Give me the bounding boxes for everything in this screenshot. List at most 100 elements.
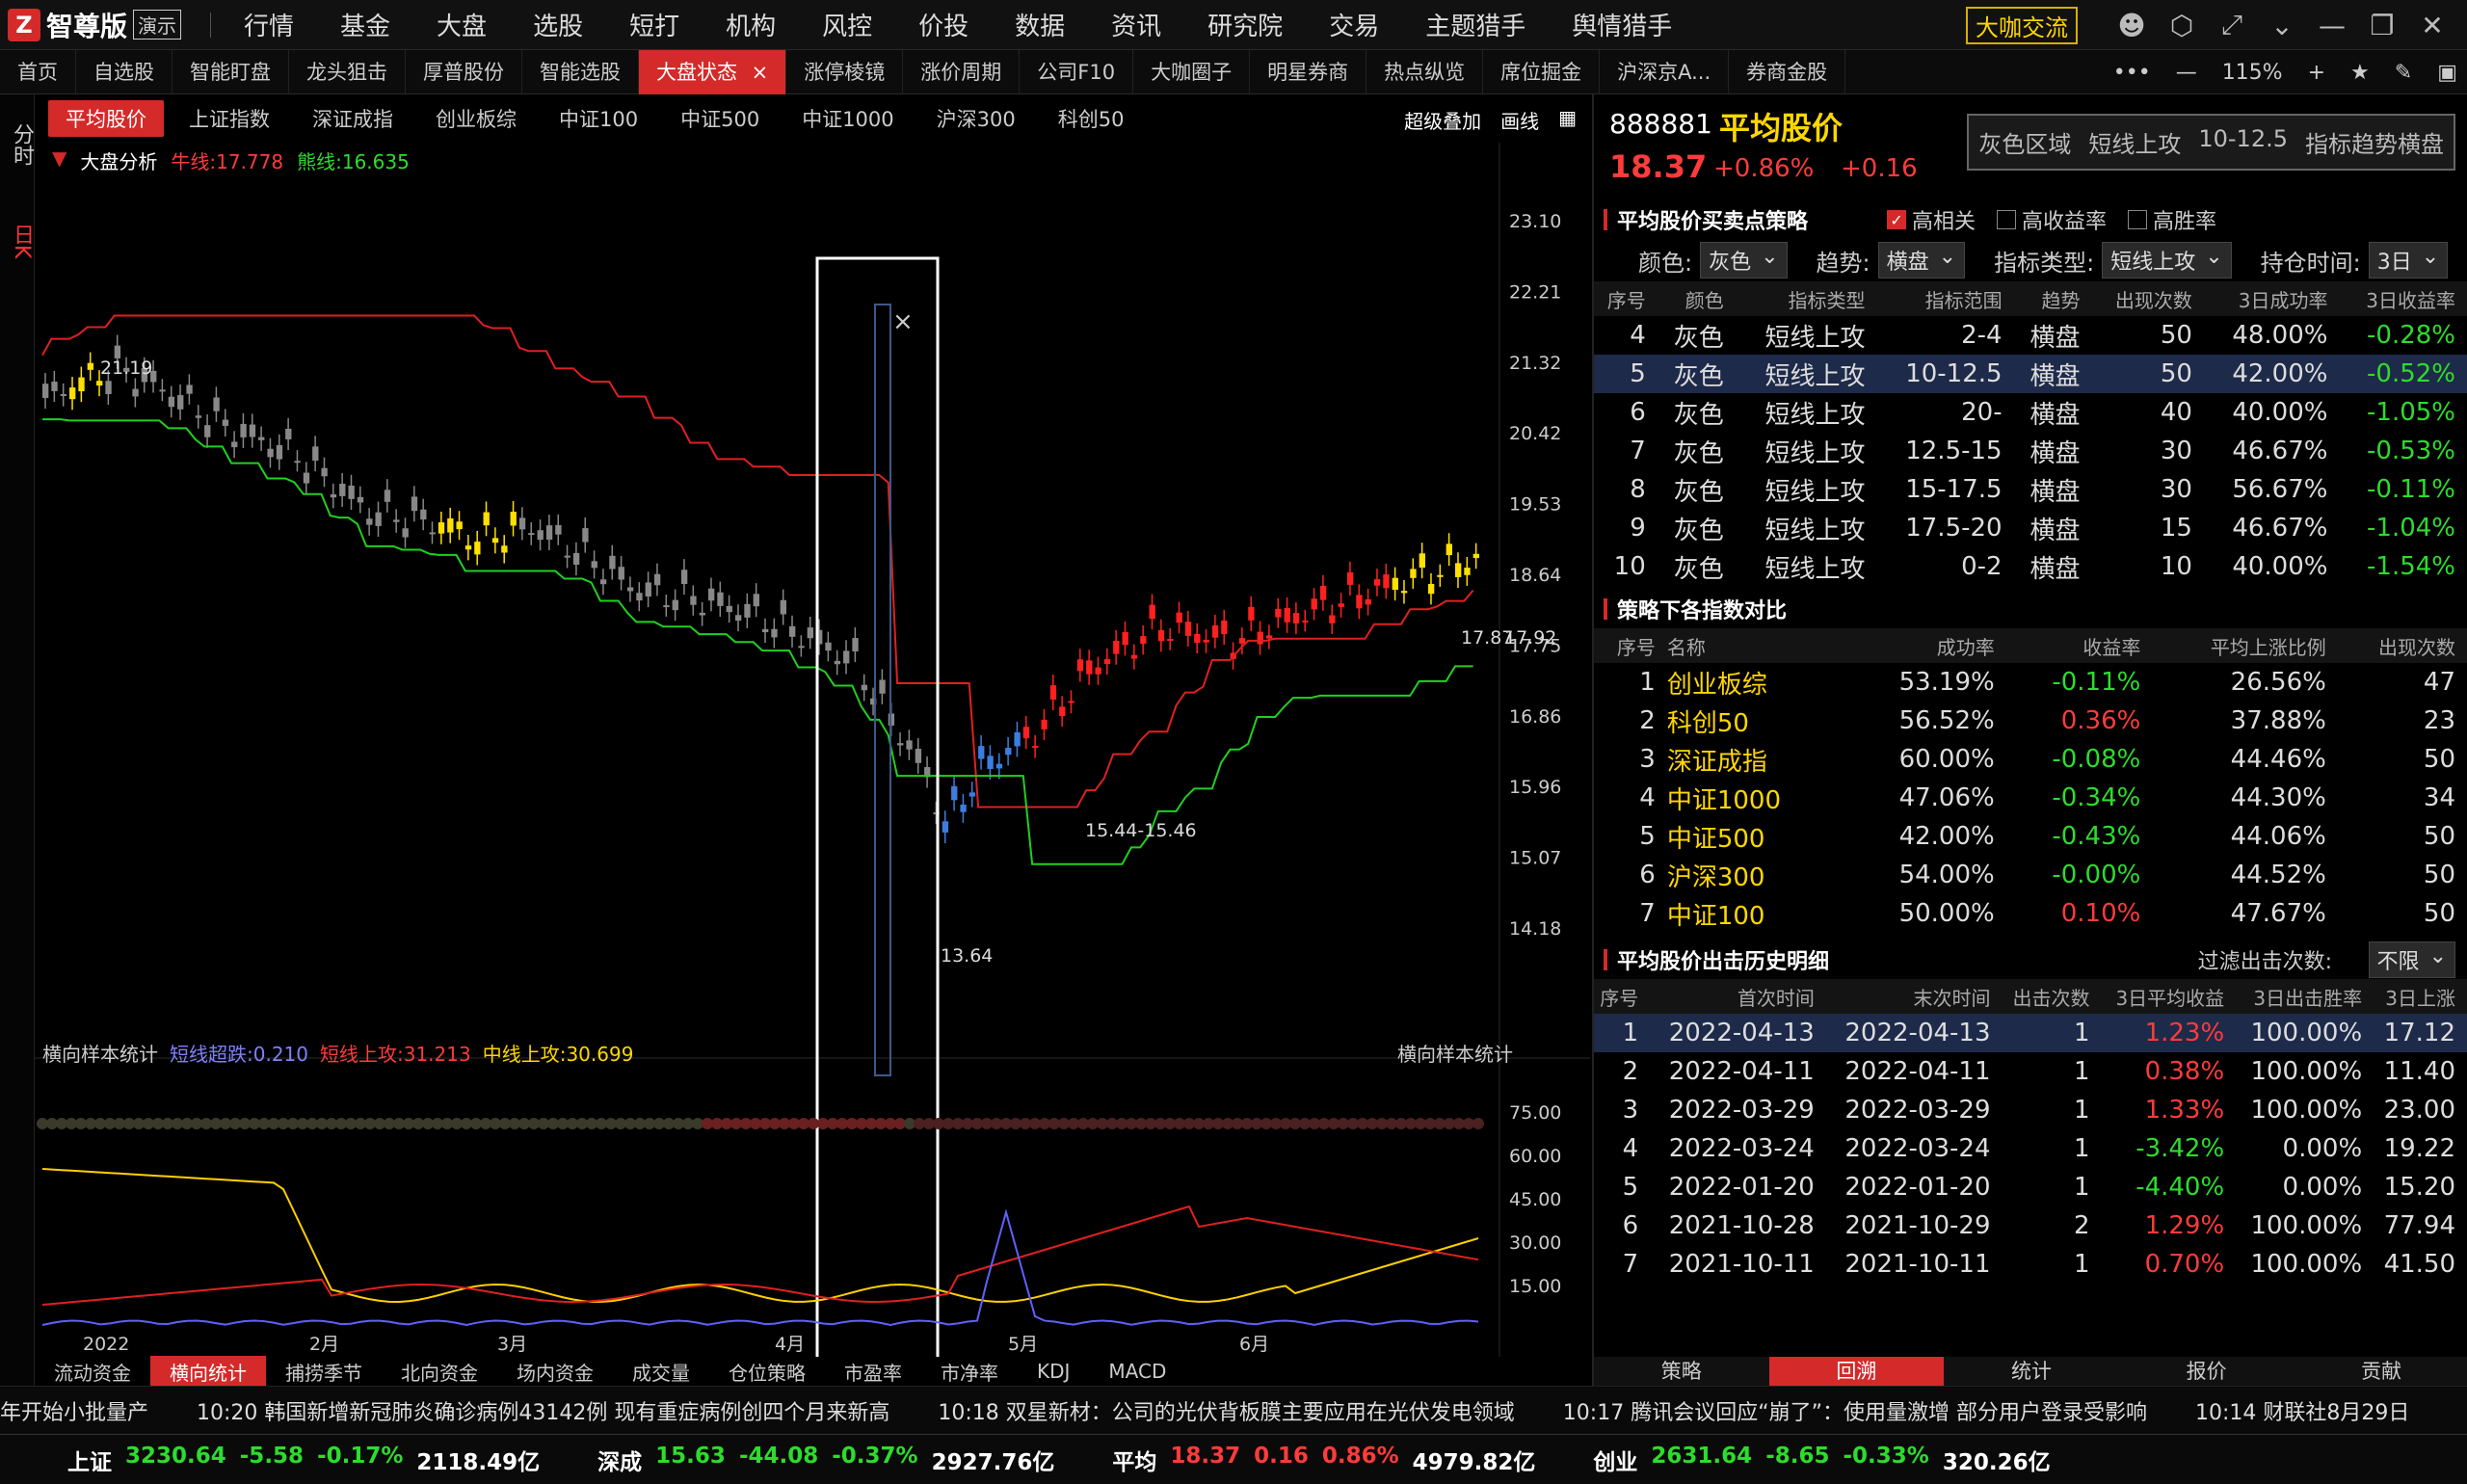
menu-item[interactable]: 数据: [992, 7, 1088, 42]
indicator-tab[interactable]: KDJ: [1018, 1358, 1089, 1385]
settings-icon[interactable]: ⬡: [2157, 10, 2207, 41]
tab-8[interactable]: 涨价周期: [903, 49, 1021, 94]
panel-tab[interactable]: 策略: [1594, 1357, 1769, 1386]
table-row[interactable]: 8 灰色 短线上攻 15-17.5 横盘 30 56.67% -0.11%: [1594, 470, 2467, 509]
menu-item[interactable]: 风控: [799, 7, 895, 42]
indicator-tab[interactable]: 市净率: [921, 1356, 1018, 1388]
tab-11[interactable]: 明星券商: [1250, 49, 1367, 94]
type-select[interactable]: 短线上攻 ⌄: [2102, 242, 2232, 278]
close-icon[interactable]: ×: [745, 61, 769, 84]
check-1[interactable]: 高收益率: [1997, 204, 2107, 235]
table-row[interactable]: 6 2021-10-28 2021-10-29 2 1.29% 100.00% 77.94: [1594, 1206, 2467, 1245]
kline-chart[interactable]: 23.1022.2121.3220.4219.5318.6417.7516.86…: [35, 94, 1590, 1357]
status-0[interactable]: 上证 3230.64 -5.58 -0.17% 2118.49亿: [67, 1444, 540, 1476]
menu-item[interactable]: 短打: [606, 7, 703, 42]
news-item[interactable]: 10:14 财联社8月29日: [2195, 1395, 2409, 1426]
indicator-tab[interactable]: 场内资金: [497, 1356, 613, 1388]
shirt-icon[interactable]: ▣: [2437, 61, 2457, 85]
menu-item[interactable]: 交易: [1306, 7, 1402, 42]
news-item[interactable]: 10:20 韩国新增新冠肺炎确诊病例43142例 现有重症病例创四个月来新高: [197, 1395, 889, 1426]
table-row[interactable]: 7 灰色 短线上攻 12.5-15 横盘 30 46.67% -0.53%: [1594, 432, 2467, 470]
table-row[interactable]: 6 灰色 短线上攻 20- 横盘 40 40.00% -1.05%: [1594, 393, 2467, 432]
hold-select[interactable]: 3日 ⌄: [2368, 242, 2449, 278]
app-logo[interactable]: Z 智尊版 演示: [8, 6, 182, 44]
table-row[interactable]: 7 2021-10-11 2021-10-11 1 0.70% 100.00% 41.50: [1594, 1245, 2467, 1284]
community-button[interactable]: 大咖交流: [1966, 6, 2078, 44]
indicator-tab[interactable]: 市盈率: [825, 1356, 921, 1388]
news-item[interactable]: 年开始小批量产: [0, 1395, 148, 1426]
check-2[interactable]: 高胜率: [2128, 204, 2216, 235]
menu-item[interactable]: 主题猎手: [1402, 7, 1549, 42]
tab-2[interactable]: 智能盯盘: [172, 49, 289, 94]
pen-icon[interactable]: ✎: [2395, 61, 2412, 85]
table-row[interactable]: 3 2022-03-29 2022-03-29 1 1.33% 100.00% 23.00: [1594, 1091, 2467, 1129]
panel-tab[interactable]: 贡献: [2294, 1357, 2467, 1386]
table-row[interactable]: 4 灰色 短线上攻 2-4 横盘 50 48.00% -0.28%: [1594, 316, 2467, 355]
restore-icon[interactable]: ❐: [2357, 10, 2407, 41]
more-icon[interactable]: •••: [2113, 61, 2151, 85]
table-row[interactable]: 5 灰色 短线上攻 10-12.5 横盘 50 42.00% -0.52%: [1594, 355, 2467, 393]
user-icon[interactable]: ☻: [2107, 10, 2157, 41]
indicator-tab[interactable]: 成交量: [613, 1356, 709, 1388]
checkbox[interactable]: [2128, 210, 2148, 229]
panel-tab[interactable]: 统计: [1944, 1357, 2119, 1386]
star-icon[interactable]: ★: [2350, 61, 2370, 85]
tab-10[interactable]: 大咖圈子: [1133, 49, 1251, 94]
table-row[interactable]: 2 科创50 56.52% 0.36% 37.88% 23: [1594, 702, 2467, 740]
tab-7[interactable]: 涨停棱镜: [786, 49, 904, 94]
tab-14[interactable]: 沪深京A...: [1600, 49, 1730, 94]
indicator-tab[interactable]: 横向统计: [150, 1355, 266, 1388]
status-3[interactable]: 创业 2631.64 -8.65 -0.33% 320.26亿: [1593, 1444, 2050, 1476]
menu-item[interactable]: 大盘: [413, 7, 510, 42]
panel-tab[interactable]: 回溯: [1768, 1357, 1945, 1386]
checkbox[interactable]: [1997, 210, 2017, 229]
menu-item[interactable]: 舆情猎手: [1549, 7, 1695, 42]
menu-item[interactable]: 研究院: [1184, 7, 1306, 42]
table-row[interactable]: 1 创业板综 53.19% -0.11% 26.56% 47: [1594, 663, 2467, 702]
table-row[interactable]: 4 2022-03-24 2022-03-24 1 -3.42% 0.00% 19.22: [1594, 1129, 2467, 1168]
indicator-tab[interactable]: 北向资金: [382, 1356, 497, 1388]
table-row[interactable]: 9 灰色 短线上攻 17.5-20 横盘 15 46.67% -1.04%: [1594, 509, 2467, 547]
tab-1[interactable]: 自选股: [76, 49, 172, 94]
tab-5[interactable]: 智能选股: [522, 49, 639, 94]
chevron-down-icon[interactable]: ⌄: [2257, 10, 2307, 41]
news-item[interactable]: 10:18 双星新材：公司的光伏背板膜主要应用在光伏发电领域: [938, 1395, 1514, 1426]
history-filter-select[interactable]: 不限 ⌄: [2368, 941, 2455, 978]
shrink-icon[interactable]: ⤢: [2207, 9, 2257, 41]
status-1[interactable]: 深成 15.63 -44.08 -0.37% 2927.76亿: [597, 1444, 1054, 1476]
panel-tab[interactable]: 报价: [2119, 1357, 2295, 1386]
table-row[interactable]: 3 深证成指 60.00% -0.08% 44.46% 50: [1594, 740, 2467, 779]
checkbox[interactable]: ✓: [1887, 210, 1907, 229]
indicator-tab[interactable]: MACD: [1089, 1358, 1185, 1385]
tab-9[interactable]: 公司F10: [1020, 49, 1134, 94]
tab-6[interactable]: 大盘状态 ×: [639, 49, 787, 94]
tab-3[interactable]: 龙头狙击: [289, 49, 406, 94]
news-item[interactable]: 10:17 腾讯会议回应“崩了”：使用量激增 部分用户登录受影响: [1563, 1395, 2147, 1426]
menu-item[interactable]: 行情: [221, 7, 317, 42]
table-row[interactable]: 4 中证1000 47.06% -0.34% 44.30% 34: [1594, 779, 2467, 817]
menu-item[interactable]: 价投: [895, 7, 992, 42]
table-row[interactable]: 10 灰色 短线上攻 0-2 横盘 10 40.00% -1.54%: [1594, 547, 2467, 586]
trend-select[interactable]: 横盘 ⌄: [1877, 242, 1966, 278]
table-row[interactable]: 5 中证500 42.00% -0.43% 44.06% 50: [1594, 817, 2467, 856]
tab-12[interactable]: 热点纵览: [1366, 49, 1484, 94]
table-row[interactable]: 6 沪深300 54.00% -0.00% 44.52% 50: [1594, 856, 2467, 894]
check-0[interactable]: ✓ 高相关: [1887, 204, 1976, 235]
status-2[interactable]: 平均 18.37 0.16 0.86% 4979.82亿: [1112, 1444, 1535, 1476]
tab-4[interactable]: 厚普股份: [406, 49, 522, 94]
tab-13[interactable]: 席位掘金: [1483, 49, 1601, 94]
zoom-in-icon[interactable]: +: [2308, 61, 2325, 85]
table-row[interactable]: 7 中证100 50.00% 0.10% 47.67% 50: [1594, 894, 2467, 933]
indicator-tab[interactable]: 流动资金: [35, 1356, 150, 1388]
table-row[interactable]: 2 2022-04-11 2022-04-11 1 0.38% 100.00% 11.40: [1594, 1052, 2467, 1091]
menu-item[interactable]: 机构: [703, 7, 799, 42]
menu-item[interactable]: 基金: [317, 7, 413, 42]
color-select[interactable]: 灰色 ⌄: [1700, 242, 1788, 278]
zoom-out-icon[interactable]: —: [2176, 61, 2197, 85]
table-row[interactable]: 1 2022-04-13 2022-04-13 1 1.23% 100.00% 17.12: [1594, 1014, 2467, 1052]
indicator-tab[interactable]: 捕捞季节: [266, 1356, 382, 1388]
minimize-icon[interactable]: —: [2307, 10, 2357, 41]
indicator-tab[interactable]: 仓位策略: [709, 1356, 825, 1388]
menu-item[interactable]: 资讯: [1088, 7, 1184, 42]
tab-0[interactable]: 首页: [0, 49, 76, 94]
